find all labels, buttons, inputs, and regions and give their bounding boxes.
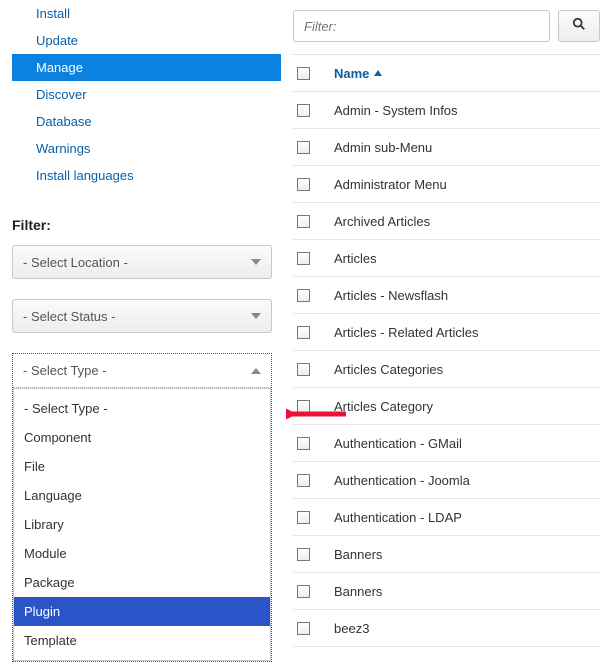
row-checkbox[interactable] xyxy=(297,363,310,376)
row-name[interactable]: Banners xyxy=(334,547,382,562)
table-row: Banners xyxy=(293,573,600,610)
row-checkbox[interactable] xyxy=(297,511,310,524)
column-header-name-label: Name xyxy=(334,66,369,81)
row-checkbox[interactable] xyxy=(297,252,310,265)
row-name[interactable]: Authentication - LDAP xyxy=(334,510,462,525)
row-name[interactable]: Articles - Related Articles xyxy=(334,325,479,340)
column-header-name[interactable]: Name xyxy=(334,66,382,81)
table-row: Articles Category xyxy=(293,388,600,425)
select-type-option[interactable]: Plugin xyxy=(14,597,270,626)
row-name[interactable]: Banners xyxy=(334,584,382,599)
sidebar-item-warnings[interactable]: Warnings xyxy=(12,135,281,162)
select-type-option[interactable]: Template xyxy=(14,626,270,655)
table-row: Admin sub-Menu xyxy=(293,129,600,166)
row-checkbox[interactable] xyxy=(297,400,310,413)
row-name[interactable]: Articles Categories xyxy=(334,362,443,377)
select-type[interactable]: - Select Type - - Select Type -Component… xyxy=(12,353,272,662)
chevron-up-icon xyxy=(251,368,261,374)
table-row: Archived Articles xyxy=(293,203,600,240)
filter-input[interactable] xyxy=(293,10,550,42)
row-name[interactable]: Admin - System Infos xyxy=(334,103,458,118)
row-name[interactable]: beez3 xyxy=(334,621,369,636)
row-name[interactable]: Admin sub-Menu xyxy=(334,140,432,155)
row-checkbox[interactable] xyxy=(297,104,310,117)
table-body: Admin - System Infos Admin sub-Menu Admini… xyxy=(293,92,600,647)
select-type-head[interactable]: - Select Type - xyxy=(13,354,271,388)
sidebar-item-manage[interactable]: Manage xyxy=(12,54,281,81)
row-checkbox[interactable] xyxy=(297,474,310,487)
sidebar-item-database[interactable]: Database xyxy=(12,108,281,135)
select-location-label: - Select Location - xyxy=(23,255,128,270)
row-checkbox[interactable] xyxy=(297,215,310,228)
table-row: Articles xyxy=(293,240,600,277)
row-checkbox[interactable] xyxy=(297,178,310,191)
row-name[interactable]: Articles - Newsflash xyxy=(334,288,448,303)
row-name[interactable]: Articles xyxy=(334,251,377,266)
search-icon xyxy=(572,17,586,35)
select-type-option[interactable]: File xyxy=(14,452,270,481)
table-row: Authentication - LDAP xyxy=(293,499,600,536)
row-name[interactable]: Authentication - GMail xyxy=(334,436,462,451)
table-row: Authentication - GMail xyxy=(293,425,600,462)
table-row: Admin - System Infos xyxy=(293,92,600,129)
table-row: Banners xyxy=(293,536,600,573)
chevron-down-icon xyxy=(251,313,261,319)
row-checkbox[interactable] xyxy=(297,437,310,450)
table-row: beez3 xyxy=(293,610,600,647)
select-status-label: - Select Status - xyxy=(23,309,115,324)
search-button[interactable] xyxy=(558,10,600,42)
row-name[interactable]: Articles Category xyxy=(334,399,433,414)
table-row: Articles Categories xyxy=(293,351,600,388)
sort-asc-icon xyxy=(374,70,382,76)
select-type-option[interactable]: Module xyxy=(14,539,270,568)
select-location[interactable]: - Select Location - xyxy=(12,245,272,279)
table-row: Articles - Newsflash xyxy=(293,277,600,314)
row-checkbox[interactable] xyxy=(297,622,310,635)
select-type-options: - Select Type -ComponentFileLanguageLibr… xyxy=(13,388,271,661)
row-checkbox[interactable] xyxy=(297,326,310,339)
row-name[interactable]: Archived Articles xyxy=(334,214,430,229)
sidebar-nav: InstallUpdateManageDiscoverDatabaseWarni… xyxy=(12,0,281,189)
chevron-down-icon xyxy=(251,259,261,265)
select-type-label: - Select Type - xyxy=(23,363,107,378)
row-name[interactable]: Administrator Menu xyxy=(334,177,447,192)
table-row: Authentication - Joomla xyxy=(293,462,600,499)
row-checkbox[interactable] xyxy=(297,289,310,302)
select-type-option[interactable]: Library xyxy=(14,510,270,539)
select-all-checkbox[interactable] xyxy=(297,67,310,80)
table-row: Articles - Related Articles xyxy=(293,314,600,351)
sidebar-item-install[interactable]: Install xyxy=(12,0,281,27)
row-checkbox[interactable] xyxy=(297,585,310,598)
select-status[interactable]: - Select Status - xyxy=(12,299,272,333)
row-checkbox[interactable] xyxy=(297,548,310,561)
sidebar-item-discover[interactable]: Discover xyxy=(12,81,281,108)
filter-heading: Filter: xyxy=(12,217,281,233)
select-type-option[interactable]: Language xyxy=(14,481,270,510)
sidebar-item-install-languages[interactable]: Install languages xyxy=(12,162,281,189)
row-checkbox[interactable] xyxy=(297,141,310,154)
select-type-option[interactable]: - Select Type - xyxy=(14,394,270,423)
table-header: Name xyxy=(293,54,600,92)
select-type-option[interactable]: Package xyxy=(14,568,270,597)
sidebar-item-update[interactable]: Update xyxy=(12,27,281,54)
select-type-option[interactable]: Component xyxy=(14,423,270,452)
row-name[interactable]: Authentication - Joomla xyxy=(334,473,470,488)
table-row: Administrator Menu xyxy=(293,166,600,203)
